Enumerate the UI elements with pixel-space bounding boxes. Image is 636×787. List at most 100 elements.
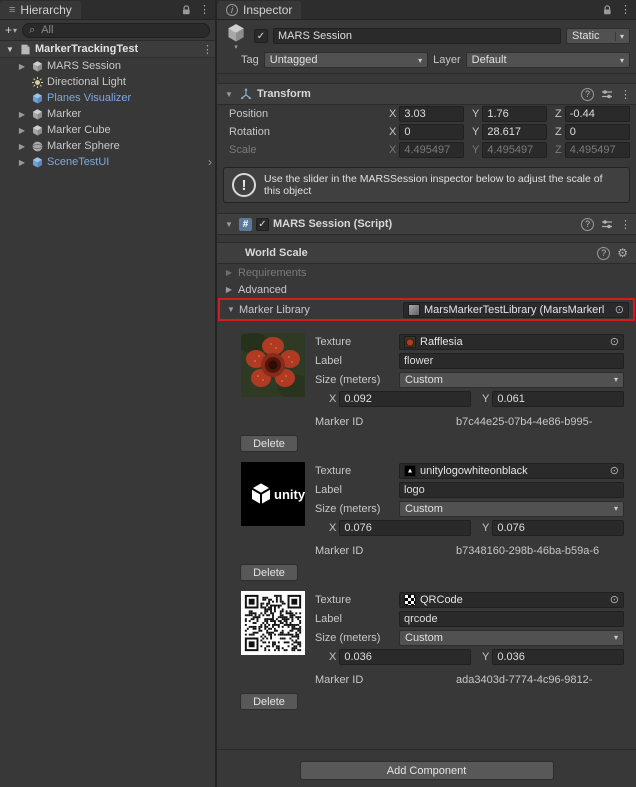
foldout-closed-icon[interactable]: ▶ [16,110,28,119]
component-title: Transform [257,88,311,100]
add-component-button[interactable]: Add Component [300,761,554,780]
size-x-input[interactable] [339,520,471,536]
menu-icon[interactable]: ⋮ [202,43,212,56]
tab-inspector[interactable]: i Inspector [217,1,301,19]
size-mode-dropdown[interactable]: Custom ▾ [399,372,624,388]
lock-icon[interactable] [180,4,192,16]
hierarchy-search[interactable]: ⌕ [22,23,210,38]
axis-y-label: Y [482,393,489,405]
rotation-z-input[interactable] [565,124,630,140]
object-picker-icon[interactable]: ⊙ [610,464,619,477]
delete-button[interactable]: Delete [240,564,298,581]
texture-object-field[interactable]: Rafflesia ⊙ [399,334,624,350]
size-x-input[interactable] [339,391,471,407]
lock-icon[interactable] [601,4,613,16]
help-icon[interactable]: ? [581,88,594,101]
marker-texture-thumbnail[interactable] [241,591,305,655]
panel-menu-icon[interactable]: ⋮ [620,3,630,16]
gear-icon[interactable]: ⚙ [617,246,628,260]
size-y-input[interactable] [492,391,624,407]
search-input[interactable] [39,23,203,37]
check-icon: ✓ [258,219,266,230]
position-y-input[interactable] [482,106,547,122]
menu-icon[interactable]: ⋮ [620,218,630,231]
plus-icon: + [5,23,12,37]
marker-label-input[interactable] [399,482,624,498]
object-picker-icon[interactable]: ⊙ [615,303,624,316]
rotation-y-input[interactable] [482,124,547,140]
gameobject-name-input[interactable] [273,28,561,44]
foldout-open-icon[interactable]: ▼ [223,90,235,99]
advanced-foldout[interactable]: ▶ Advanced [217,281,636,298]
hierarchy-item-planes-visualizer[interactable]: Planes Visualizer [0,90,215,106]
preset-icon[interactable] [601,88,613,100]
library-asset-icon [408,304,420,316]
hierarchy-item-mars-session[interactable]: ▶ MARS Session [0,58,215,74]
size-y-input[interactable] [492,649,624,665]
hierarchy-item-directional-light[interactable]: Directional Light [0,74,215,90]
hierarchy-item-marker[interactable]: ▶ Marker [0,106,215,122]
gameobject-icon-button[interactable]: ▾ [223,22,249,51]
tab-hierarchy[interactable]: ≡ Hierarchy [0,1,81,19]
delete-button[interactable]: Delete [240,435,298,452]
texture-object-field[interactable]: QRCode ⊙ [399,592,624,608]
help-icon[interactable]: ? [581,218,594,231]
foldout-closed-icon[interactable]: ▶ [16,158,28,167]
marker-label-input[interactable] [399,353,624,369]
component-enabled-checkbox[interactable]: ✓ [256,218,269,231]
foldout-open-icon[interactable]: ▼ [4,45,16,54]
dropdown-arrow-icon: ▾ [620,56,624,65]
hierarchy-item-scenetestui[interactable]: ▶ SceneTestUI › [0,154,215,170]
foldout-closed-icon[interactable]: ▶ [16,126,28,135]
menu-icon[interactable]: ⋮ [620,88,630,101]
marker-id-label: Marker ID [315,674,396,686]
texture-label: Texture [315,594,396,606]
layer-dropdown[interactable]: Default ▾ [466,52,630,68]
preset-icon[interactable] [601,218,613,230]
foldout-closed-icon[interactable]: ▶ [16,62,28,71]
size-x-input[interactable] [339,649,471,665]
marker-library-object-name: MarsMarkerTestLibrary (MarsMarkerl [424,304,604,316]
size-y-input[interactable] [492,520,624,536]
foldout-closed-icon[interactable]: ▶ [16,142,28,151]
object-picker-icon[interactable]: ⊙ [610,335,619,348]
active-checkbox[interactable]: ✓ [254,29,268,43]
static-dropdown[interactable]: Static ▾ [566,28,630,44]
requirements-foldout[interactable]: ▶ Requirements [217,264,636,281]
position-x-input[interactable] [399,106,464,122]
rotation-x-input[interactable] [399,124,464,140]
marker-library-row[interactable]: ▼ Marker Library MarsMarkerTestLibrary (… [220,300,633,319]
marker-library-object-field[interactable]: MarsMarkerTestLibrary (MarsMarkerl ⊙ [403,302,629,318]
texture-label: Texture [315,465,396,477]
world-scale-section-header[interactable]: World Scale ? ⚙ [217,242,636,264]
hierarchy-item-marker-sphere[interactable]: ▶ Marker Sphere [0,138,215,154]
marker-texture-thumbnail[interactable]: unity [241,462,305,526]
marker-id-value: b7348160-298b-46ba-b59a-6 [456,545,599,557]
foldout-closed-icon[interactable]: ▶ [223,268,235,277]
help-icon[interactable]: ? [597,247,610,260]
marker-texture-thumbnail[interactable] [241,333,305,397]
scale-help-box: ! Use the slider in the MARSSession insp… [223,167,630,203]
hierarchy-scene-row[interactable]: ▼ MarkerTrackingTest ⋮ [0,41,215,58]
dropdown-arrow-icon: ▾ [418,56,422,65]
size-mode-dropdown[interactable]: Custom ▾ [399,630,624,646]
hierarchy-item-marker-cube[interactable]: ▶ Marker Cube [0,122,215,138]
qrcode-image [241,591,305,655]
foldout-open-icon[interactable]: ▼ [225,305,237,314]
object-picker-icon[interactable]: ⊙ [610,593,619,606]
foldout-open-icon[interactable]: ▼ [223,220,235,229]
position-z-input[interactable] [565,106,630,122]
foldout-closed-icon[interactable]: ▶ [223,285,235,294]
marker-label-input[interactable] [399,611,624,627]
chevron-right-icon[interactable]: › [208,155,212,169]
cube-icon [31,108,44,121]
tag-dropdown[interactable]: Untagged ▾ [264,52,428,68]
size-mode-dropdown[interactable]: Custom ▾ [399,501,624,517]
mars-session-script-header[interactable]: ▼ # ✓ MARS Session (Script) ? ⋮ [217,213,636,235]
panel-menu-icon[interactable]: ⋮ [199,3,209,16]
create-object-button[interactable]: + ▾ [5,23,17,37]
transform-header[interactable]: ▼ Transform ? ⋮ [217,83,636,105]
texture-object-field[interactable]: unitylogowhiteonblack ⊙ [399,463,624,479]
rafflesia-image [241,333,305,397]
delete-button[interactable]: Delete [240,693,298,710]
